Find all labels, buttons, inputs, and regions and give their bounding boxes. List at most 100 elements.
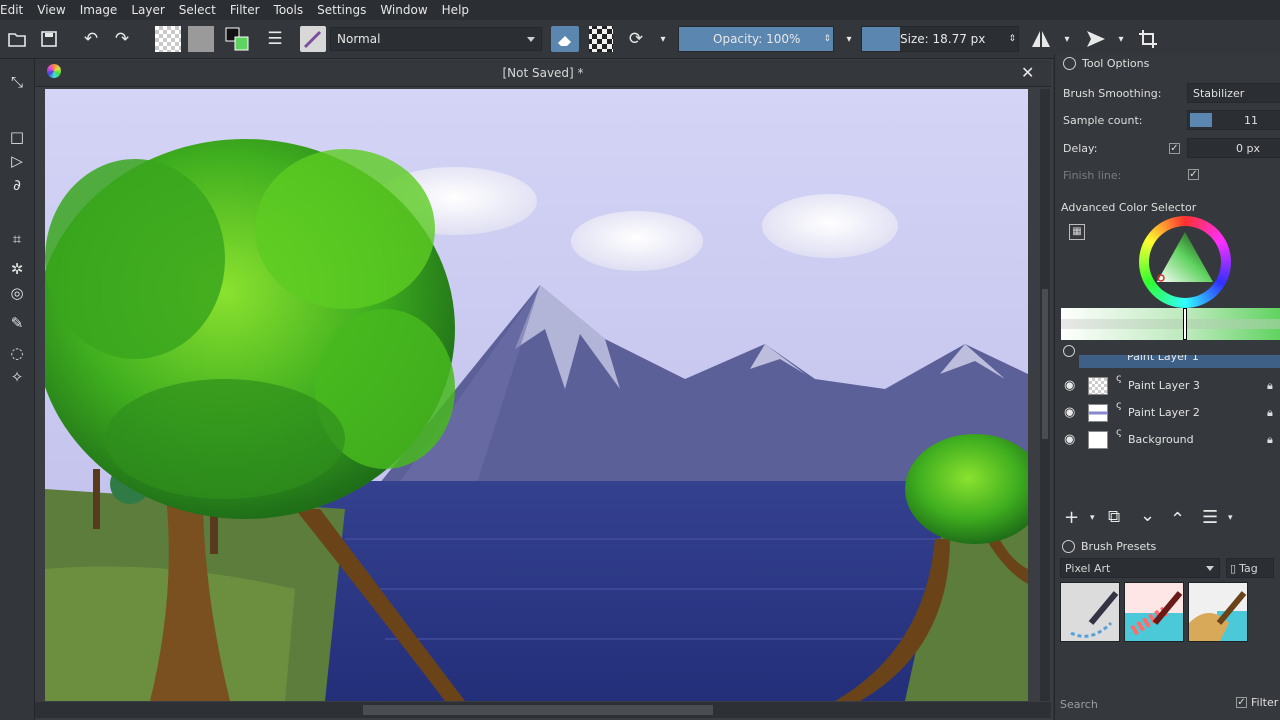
menu-view[interactable]: View [30,3,72,17]
chevron-down-icon[interactable]: ▾ [1116,26,1126,52]
size-slider[interactable]: Size: 18.77 px ⇕ [861,26,1019,52]
brush-settings-icon[interactable]: ☰ [264,26,286,52]
sample-count-field[interactable]: 11 [1187,110,1280,130]
chevron-down-icon[interactable]: ▾ [1228,513,1233,523]
color-settings-icon[interactable]: ▦ [1069,224,1085,240]
rectangle-tool-icon[interactable]: □ [8,128,26,146]
crop-wrap-icon[interactable] [1136,26,1160,52]
blend-mode-select[interactable]: Normal [330,27,542,51]
polygon-tool-icon[interactable]: ▷ [8,152,26,170]
undo-icon[interactable]: ↶ [80,26,102,52]
open-folder-icon[interactable] [6,26,28,52]
pattern-swatch-icon[interactable] [188,26,214,52]
menu-image[interactable]: Image [73,3,125,17]
preset-filter-select[interactable]: Pixel Art [1060,558,1220,578]
lock-icon[interactable]: 🔒︎ [1267,379,1276,392]
lock-icon[interactable]: 🔒︎ [1267,433,1276,446]
menu-help[interactable]: Help [435,3,476,17]
gradient-swatch-icon[interactable] [155,26,181,52]
lasso-select-icon[interactable]: ◌ [8,344,26,362]
pin-tool-icon[interactable]: ✎ [8,314,26,332]
menu-layer[interactable]: Layer [124,3,171,17]
horizontal-scrollbar[interactable] [35,702,1051,718]
menu-filter[interactable]: Filter [223,3,267,17]
opacity-label: Opacity: 100% [713,32,801,46]
brush-presets-header[interactable]: Brush Presets [1062,540,1156,553]
color-swap-icon[interactable] [225,26,251,52]
finish-line-label: Finish line: [1063,169,1122,182]
move-layer-up-icon[interactable]: ⌃ [1170,509,1185,530]
hue-ring[interactable] [1139,216,1231,308]
menu-edit[interactable]: Edit [0,3,30,17]
eye-icon[interactable]: ◉ [1064,406,1078,420]
finish-line-checkbox[interactable]: ✓ [1188,169,1199,180]
reload-preset-icon[interactable]: ⟳ [624,26,648,52]
vertical-scroll-thumb[interactable] [1042,289,1048,439]
freehand-path-icon[interactable]: ∂ [8,176,26,194]
menu-window[interactable]: Window [373,3,434,17]
color-triangle[interactable] [1153,228,1217,288]
mirror-horizontal-icon[interactable] [1029,26,1053,52]
blend-mode-value: Normal [337,32,381,46]
filter-checkbox[interactable]: ✓ Filter [1236,696,1278,709]
stepper-icon[interactable]: ⇕ [1008,27,1016,51]
layer-row[interactable]: ◉ ς Paint Layer 3 🔒︎ [1056,373,1280,399]
preset-search-input[interactable]: Search [1060,694,1220,714]
redo-icon[interactable]: ↷ [111,26,133,52]
tag-button[interactable]: ▯ Tag [1226,558,1274,578]
chevron-down-icon[interactable]: ▾ [842,26,856,52]
mirror-vertical-icon[interactable] [1084,26,1108,52]
layer-name: Paint Layer 3 [1128,379,1200,392]
eraser-mode-icon[interactable] [551,26,579,52]
tag-icon: ▯ [1230,561,1237,575]
duplicate-layer-icon[interactable]: ⧉ [1108,507,1120,527]
docker-menu-icon [1062,540,1075,553]
layer-row[interactable]: ◉ ς Paint Layer 2 🔒︎ [1056,400,1280,426]
delay-field[interactable]: 0 px [1187,138,1280,158]
brush-presets-title: Brush Presets [1081,540,1157,553]
magic-select-icon[interactable]: ✧ [8,368,26,386]
brush-smoothing-label: Brush Smoothing: [1063,87,1162,100]
stepper-icon[interactable]: ⇕ [823,27,831,51]
opacity-slider[interactable]: Opacity: 100% ⇕ [678,26,834,52]
menu-tools[interactable]: Tools [267,3,311,17]
transform-tool-icon[interactable]: ⤡ [8,73,26,91]
brush-preset-item[interactable] [1188,582,1248,642]
layer-properties-icon[interactable]: ☰ [1202,507,1218,528]
chevron-down-icon[interactable]: ▾ [1062,26,1072,52]
brush-preset-item[interactable] [1060,582,1120,642]
menu-settings[interactable]: Settings [310,3,373,17]
eye-icon[interactable]: ◉ [1064,379,1078,393]
document-tab[interactable]: [Not Saved] * ✕ [35,60,1051,87]
layer-row-selected[interactable]: Paint Layer 1 [1079,355,1280,368]
brush-preset-icon[interactable] [300,26,326,52]
save-icon[interactable] [38,26,60,52]
refresh-icon[interactable] [1063,345,1075,357]
chevron-down-icon[interactable]: ▾ [1090,513,1095,523]
painting-artwork [45,89,1028,701]
close-icon[interactable]: ✕ [1021,63,1034,82]
search-placeholder: Search [1060,697,1098,711]
assistant-tool-icon[interactable]: ◎ [8,284,26,302]
color-gradient-bar[interactable] [1061,308,1280,340]
lock-icon[interactable]: 🔒︎ [1267,406,1276,419]
brush-preset-item[interactable] [1124,582,1184,642]
color-slider-handle[interactable] [1183,308,1187,340]
drawing-canvas[interactable] [45,89,1028,701]
menu-select[interactable]: Select [172,3,223,17]
crop-tool-icon[interactable]: ⌗ [8,230,26,248]
layer-row[interactable]: ◉ ς Background 🔒︎ [1056,427,1280,453]
filter-label: Filter [1251,696,1279,709]
chevron-down-icon[interactable]: ▾ [656,26,670,52]
similar-select-icon[interactable]: ✲ [8,260,26,278]
move-layer-down-icon[interactable]: ⌄ [1140,505,1155,526]
horizontal-scroll-thumb[interactable] [363,705,713,715]
document-title: [Not Saved] * [502,66,584,80]
tool-options-header[interactable]: Tool Options [1063,57,1149,70]
delay-checkbox[interactable]: ✓ [1169,143,1180,154]
brush-smoothing-select[interactable]: Stabilizer [1187,83,1280,103]
alpha-lock-icon[interactable] [589,26,613,52]
add-layer-icon[interactable]: + [1064,507,1079,528]
vertical-scrollbar[interactable] [1040,89,1050,701]
eye-icon[interactable]: ◉ [1064,433,1078,447]
